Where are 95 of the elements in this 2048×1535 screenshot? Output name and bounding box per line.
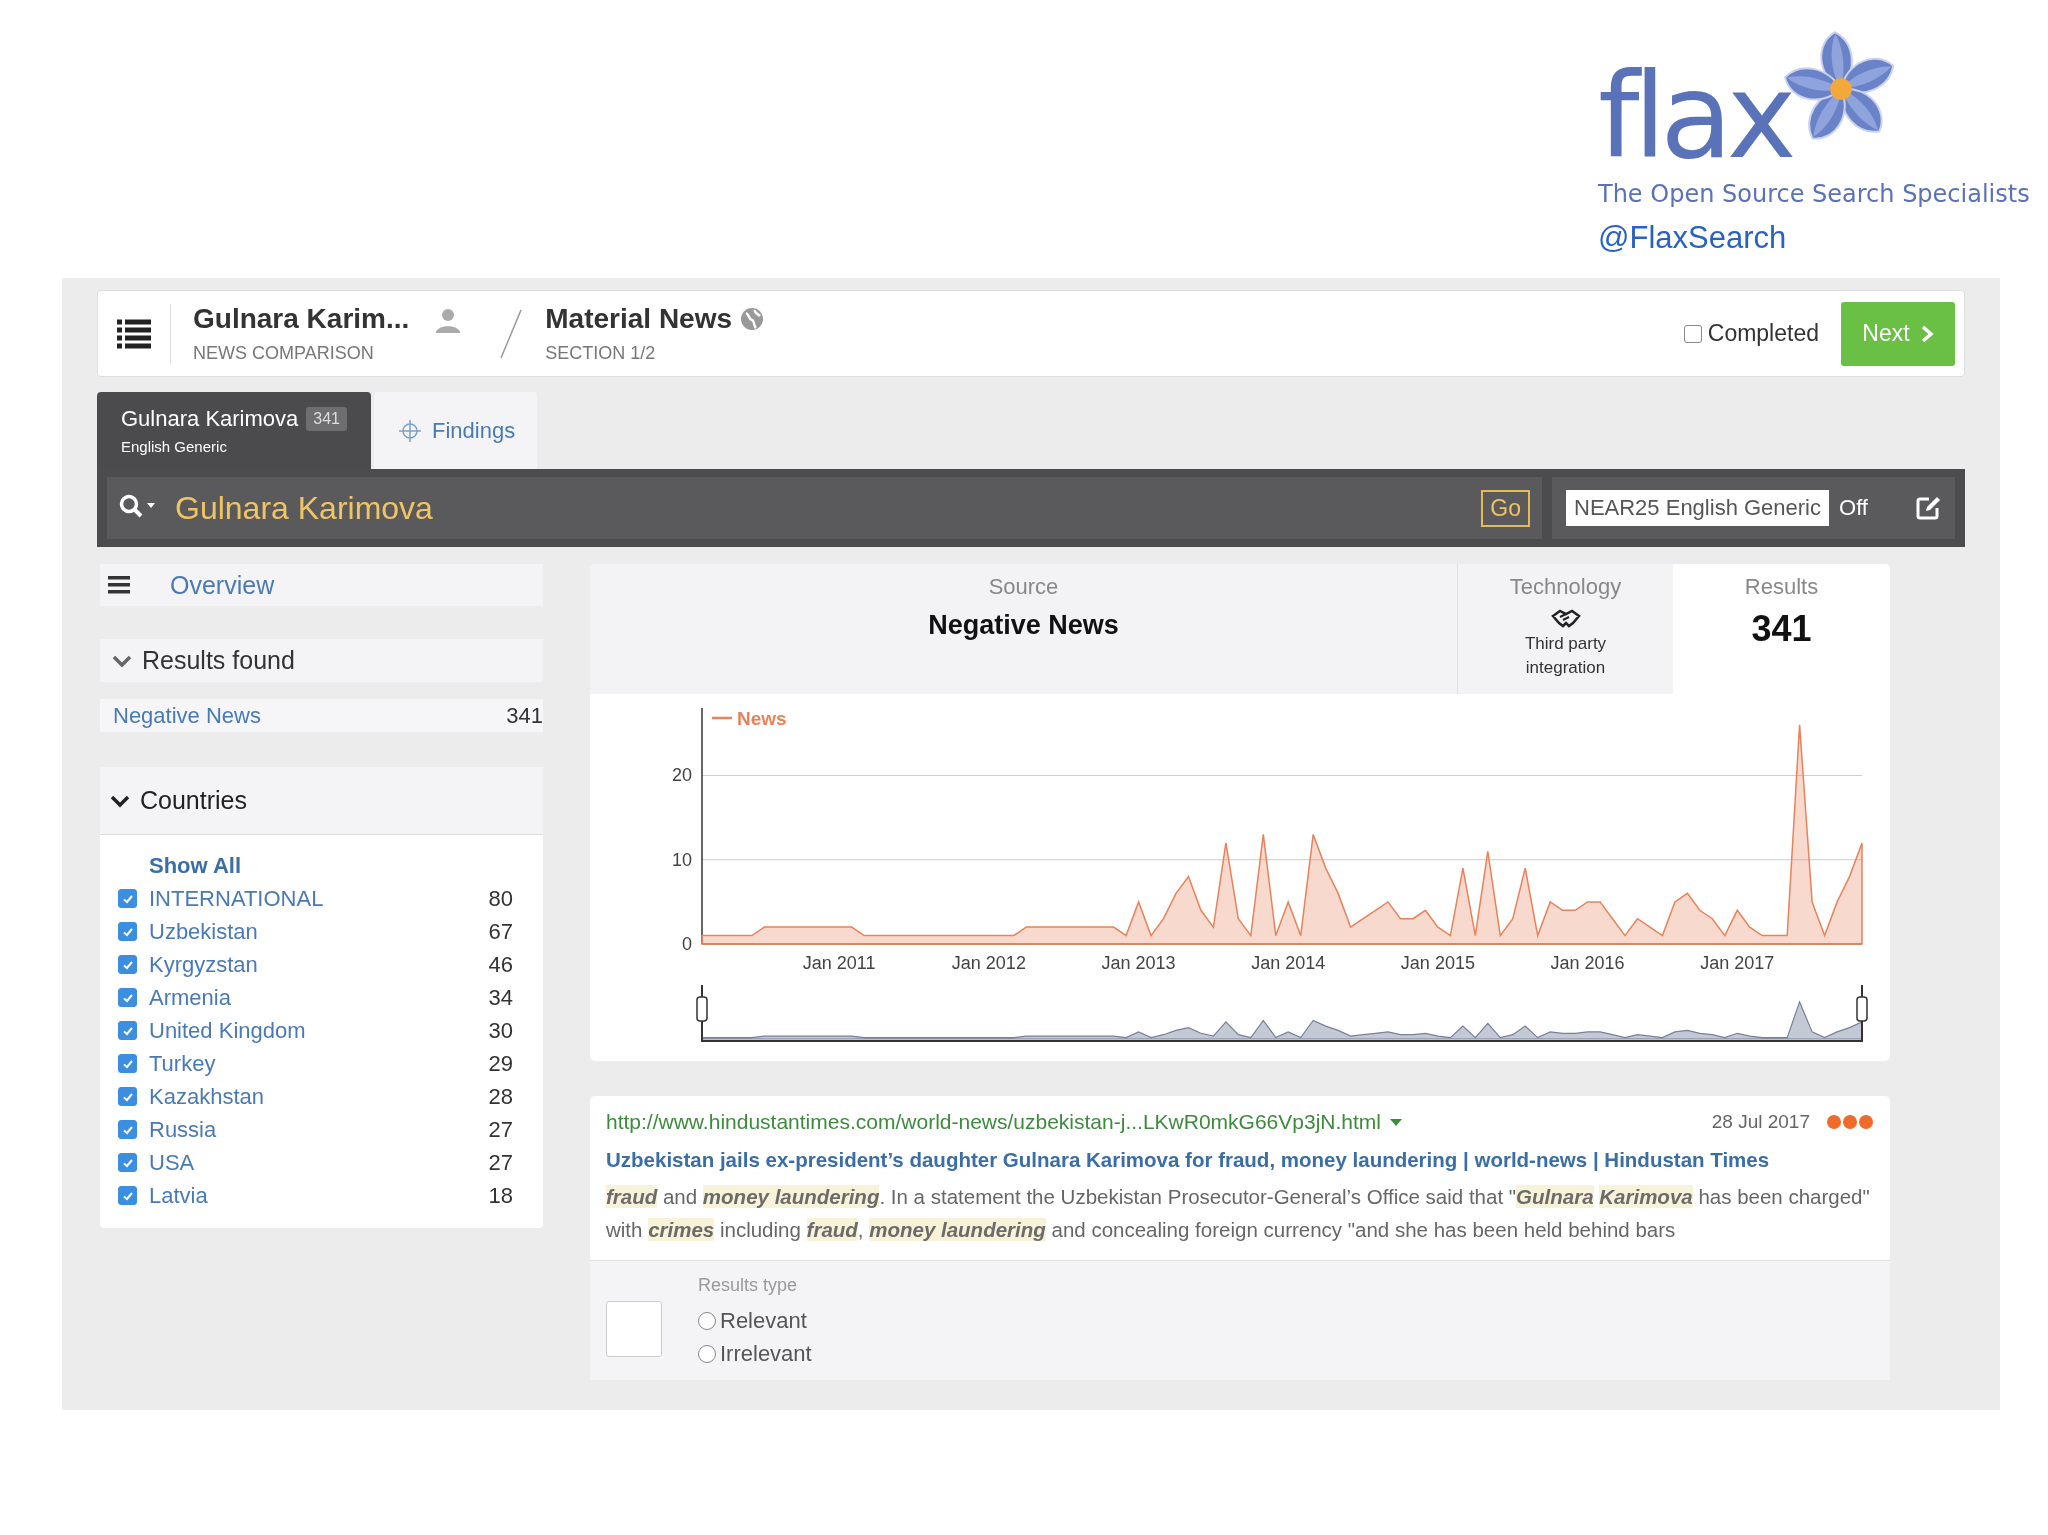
chevron-icon (1919, 324, 1934, 343)
country-label: Russia (149, 1116, 218, 1143)
menu-icon[interactable] (108, 576, 130, 594)
section-header[interactable]: Results found (100, 639, 543, 682)
country-label: Latvia (149, 1182, 209, 1209)
axis-tick-label: 10 (671, 849, 692, 870)
dots-icon[interactable] (1826, 1114, 1874, 1130)
source-count: 341 (506, 702, 543, 729)
tab-label: Findings (432, 417, 516, 444)
result-snippet: fraud and money laundering. In a statement the Uzbekistan Prosecutor-General’s Office said that "Gulnara Karimova has been charged" with crimes including fraud, money laundering and concealing foreign currency "and she has been held behind bars (606, 1184, 1871, 1243)
technology-value: Third party integration (1523, 633, 1608, 679)
source-value: Negative News (928, 610, 1119, 641)
edit-icon[interactable] (1915, 495, 1941, 521)
axis-tick-label: Jan 2013 (1101, 953, 1176, 973)
chart-legend[interactable]: News (712, 708, 787, 729)
logo-tagline: The Open Source Search Specialists (1598, 180, 2028, 208)
country-label: Kyrgyzstan (149, 951, 259, 978)
country-checkbox[interactable] (118, 955, 137, 974)
result-title[interactable]: Uzbekistan jails ex-president’s daughter Gulnara Karimova for fraud, money laundering | world-news | Hindustan Times (606, 1148, 1874, 1172)
profile-field[interactable]: NEAR25 English Generic (1566, 490, 1829, 526)
tab[interactable]: Findings (374, 392, 538, 469)
country-label: USA (149, 1149, 196, 1176)
country-count: 27 (488, 1149, 513, 1176)
axis-tick-label: Jan 2016 (1550, 953, 1625, 973)
source-row[interactable]: Negative News 341 (100, 699, 543, 732)
search-query[interactable]: Gulnara Karimova (175, 489, 1482, 527)
section-title: Material News (545, 303, 733, 335)
results-value: 341 (1751, 608, 1812, 650)
country-checkbox[interactable] (118, 1120, 137, 1139)
axis-tick-label: Jan 2011 (802, 953, 876, 973)
axis-tick-label: Jan 2015 (1400, 953, 1475, 973)
country-count: 67 (488, 918, 513, 945)
axis-tick-label: 20 (671, 765, 692, 786)
country-count: 46 (488, 951, 513, 978)
technology-heading: Technology (1509, 574, 1622, 600)
country-checkbox[interactable] (118, 922, 137, 941)
tab-sublabel: English Generic (121, 438, 228, 455)
list-icon[interactable] (117, 318, 151, 349)
country-checkbox[interactable] (118, 1087, 137, 1106)
country-count: 30 (488, 1017, 513, 1044)
user-icon (435, 306, 462, 333)
country-checkbox[interactable] (118, 1054, 137, 1073)
country-label: INTERNATIONAL (149, 885, 325, 912)
result-url[interactable]: http://www.hindustantimes.com/world-news/uzbekistan-j...LKwR0mkG66Vp3jN.html (606, 1110, 1381, 1134)
country-label: Uzbekistan (149, 918, 259, 945)
country-count: 80 (488, 885, 513, 912)
country-count: 29 (488, 1050, 513, 1077)
overview-label: Overview (170, 570, 275, 600)
country-label: Turkey (149, 1050, 217, 1077)
logo-wordmark: flax (1598, 66, 1791, 166)
axis-tick-label: Jan 2014 (1251, 953, 1326, 973)
country-count: 27 (488, 1116, 513, 1143)
axis-tick-label: 0 (682, 934, 692, 954)
country-count: 28 (488, 1083, 513, 1110)
legend-label: News (737, 708, 787, 729)
tab-label: Gulnara Karimova (121, 406, 299, 432)
section-subtitle: SECTION 1/2 (545, 343, 657, 364)
tab[interactable]: Gulnara Karimova 341 English Generic (97, 392, 371, 469)
page-subtitle: NEWS COMPARISON (193, 343, 375, 364)
source-heading: Source (988, 574, 1059, 600)
results-heading: Results (1744, 574, 1819, 600)
result-date: 28 Jul 2017 (1711, 1111, 1810, 1133)
section-title: Countries (140, 786, 247, 815)
country-checkbox[interactable] (118, 889, 137, 908)
crosshair-icon (398, 418, 422, 443)
section-title: Results found (142, 646, 295, 675)
page-title: Gulnara Karim... (193, 303, 410, 335)
country-count: 18 (488, 1182, 513, 1209)
source-label: Negative News (113, 702, 261, 729)
caret-icon[interactable] (1389, 1117, 1403, 1127)
radio-option[interactable]: Irrelevant (698, 1337, 812, 1370)
go-button[interactable]: Go (1481, 489, 1530, 527)
country-checkbox[interactable] (118, 1021, 137, 1040)
country-label: Kazakhstan (149, 1083, 265, 1110)
country-label: United Kingdom (149, 1017, 307, 1044)
country-checkbox[interactable] (118, 1153, 137, 1172)
country-checkbox[interactable] (118, 1186, 137, 1205)
axis-tick-label: Jan 2017 (1700, 953, 1775, 973)
toggle-label[interactable]: Off (1839, 495, 1905, 521)
slash-divider (499, 307, 524, 360)
globe-icon (740, 307, 765, 331)
country-label: Armenia (149, 984, 232, 1011)
overview-bar[interactable]: Overview (100, 564, 543, 606)
chevron-icon[interactable] (110, 793, 130, 808)
handshake-icon (1550, 608, 1581, 628)
country-checkbox[interactable] (118, 988, 137, 1007)
results-type-label: Results type (698, 1275, 799, 1296)
show-all-link[interactable]: Show All (149, 849, 513, 882)
social-handle: @FlaxSearch (1598, 220, 1788, 256)
country-count: 34 (488, 984, 513, 1011)
count-badge: 341 (306, 407, 347, 431)
radio-option[interactable]: Relevant (698, 1304, 812, 1337)
completed-checkbox[interactable] (1683, 324, 1702, 343)
axis-tick-label: Jan 2012 (951, 953, 1026, 973)
checkbox-label: Completed (1707, 320, 1819, 347)
